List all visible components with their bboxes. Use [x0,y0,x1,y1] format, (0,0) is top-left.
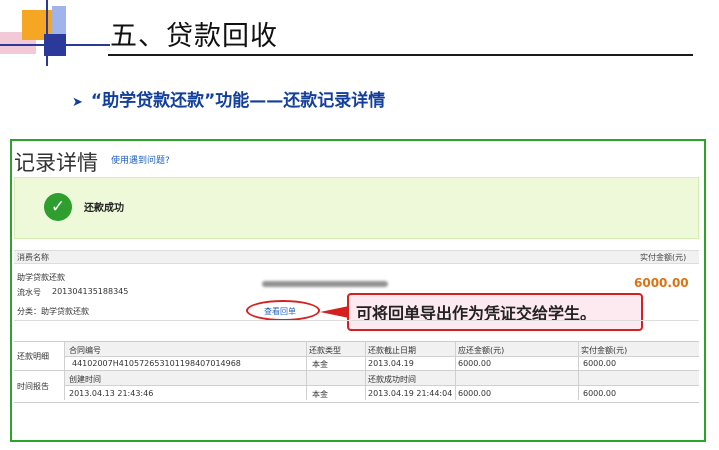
col-divider [455,342,456,400]
header-item-name: 消费名称 [17,253,49,262]
decor-vertical-line [46,0,48,66]
col-header-due: 应还金额(元) [458,346,505,355]
col-header-paid: 实付金额(元) [581,346,628,355]
serial-label: 流水号 [17,288,41,297]
help-link[interactable]: 使用遇到问题? [111,153,170,166]
col-header-type: 还款类型 [309,346,341,355]
col-header-contract: 合同编号 [69,346,101,355]
col-divider [64,342,65,400]
col-divider [578,342,579,400]
row-divider [14,370,699,371]
slide-bullet: ➤ “助学贷款还款”功能——还款记录详情 [72,86,385,111]
blurred-redaction [262,281,388,287]
cell-type: 本金 [312,360,328,369]
highlight-ellipse [246,300,320,321]
header-paid-amount: 实付金额(元) [640,253,687,262]
cell-contract-no: 44102007H41057265310119840701496​8 [72,359,241,368]
section-label-repayment: 还款明细 [17,352,49,361]
decor-horizontal-line [0,44,110,46]
cell-paid: 6000.00 [583,359,617,368]
col-divider [306,342,307,400]
cell-deadline: 2013.04.19 [368,359,414,368]
section-label-time: 时间报告 [17,382,49,391]
record-header-row [14,250,699,264]
cell-success-time: 2013.04.19 21:44:04 [368,389,453,398]
record-title: 记录详情 [14,151,98,175]
bullet-arrow-icon: ➤ [72,95,83,110]
col-divider [365,342,366,400]
success-text: 还款成功 [84,203,124,214]
col-header-created: 创建时间 [69,375,101,384]
item-name: 助学贷款还款 [17,273,65,282]
category-label: 分类：助学贷款还款 [17,307,89,316]
cell-due-2: 6000.00 [458,389,492,398]
cell-paid-2: 6000.00 [583,389,617,398]
check-icon: ✓ [44,193,72,221]
row-divider [64,356,699,357]
paid-amount: 6000.00 [634,276,689,290]
serial-value: 201304135188345 [52,287,129,296]
callout-pointer [320,306,349,318]
decor-lightblue-square [52,6,66,34]
slide-title: 五、贷款回收 [110,21,278,52]
row-divider [64,385,699,386]
cell-due: 6000.00 [458,359,492,368]
cell-type-2: 本金 [312,390,328,399]
col-header-deadline: 还款截止日期 [368,346,416,355]
section-separator [14,320,699,321]
cell-created-time: 2013.04.13 21:43:46 [69,389,154,398]
title-divider [108,54,693,56]
bullet-text: “助学贷款还款”功能——还款记录详情 [90,91,386,111]
col-header-success-time: 还款成功时间 [368,375,416,384]
